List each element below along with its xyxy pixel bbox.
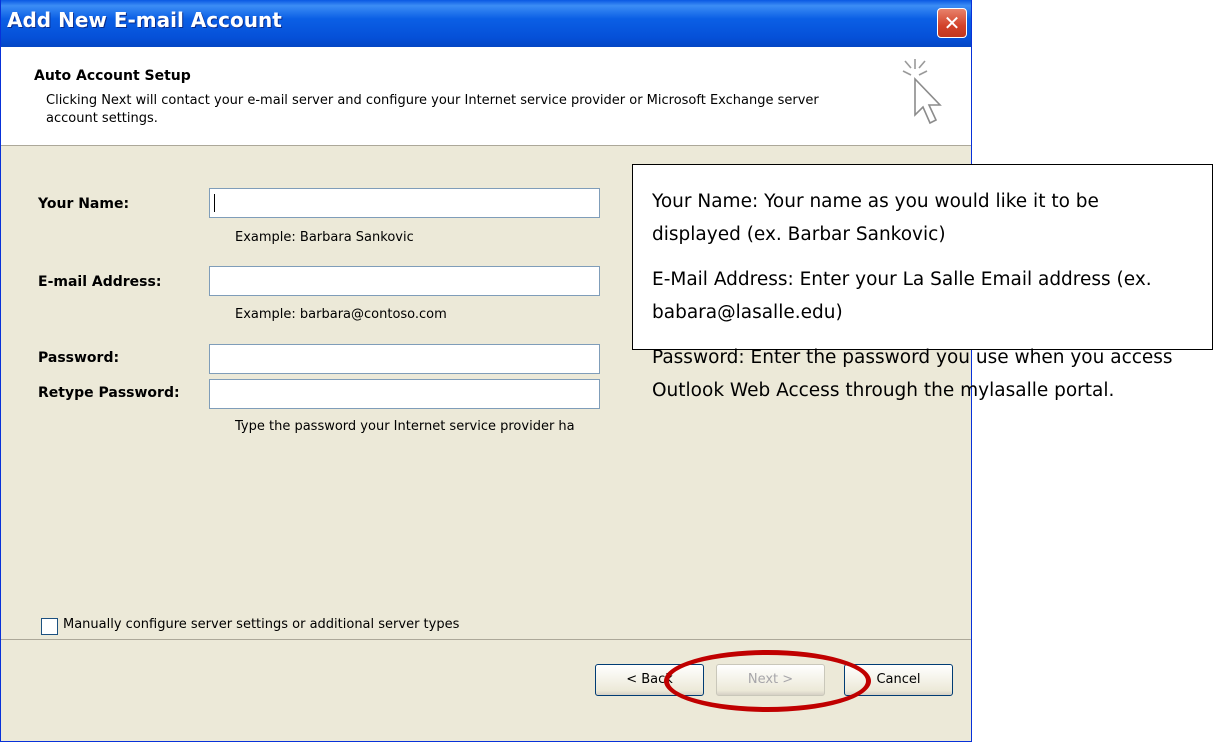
password-label: Password: xyxy=(38,350,120,366)
email-address-hint: Example: barbara@contoso.com xyxy=(235,307,447,322)
header-description: Clicking Next will contact your e-mail s… xyxy=(46,93,819,126)
header-title: Auto Account Setup xyxy=(34,68,191,84)
password-hint: Type the password your Internet service … xyxy=(235,419,575,434)
callout-password-note: Password: Enter the password you use whe… xyxy=(652,347,1173,401)
instruction-callout: Your Name: Your name as you would like i… xyxy=(632,164,1213,401)
header-description-wrap: Clicking Next will contact your e-mail s… xyxy=(26,92,846,128)
your-name-label: Your Name: xyxy=(38,196,130,212)
retype-password-field[interactable] xyxy=(209,379,600,409)
cancel-button[interactable]: Cancel xyxy=(844,664,953,696)
password-field[interactable] xyxy=(209,344,600,374)
your-name-field[interactable] xyxy=(209,188,600,218)
footer-divider xyxy=(1,639,971,640)
retype-password-label: Retype Password: xyxy=(38,385,180,401)
your-name-hint: Example: Barbara Sankovic xyxy=(235,230,414,245)
close-button[interactable]: ✕ xyxy=(937,8,967,38)
window-title: Add New E-mail Account xyxy=(7,8,282,32)
title-bar[interactable]: Add New E-mail Account ✕ xyxy=(1,0,971,47)
manual-config-label[interactable]: Manually configure server settings or ad… xyxy=(63,617,459,632)
back-button[interactable]: < Back xyxy=(595,664,704,696)
cursor-wizard-icon xyxy=(902,59,942,125)
email-address-field[interactable] xyxy=(209,266,600,296)
callout-name-note: Your Name: Your name as you would like i… xyxy=(652,191,1099,245)
email-address-label: E-mail Address: xyxy=(38,274,162,290)
manual-config-checkbox[interactable] xyxy=(41,618,58,635)
close-icon: ✕ xyxy=(943,11,961,35)
next-button[interactable]: Next > xyxy=(716,664,825,696)
callout-email-note: E-Mail Address: Enter your La Salle Emai… xyxy=(652,269,1152,323)
dialog-header: Auto Account Setup Clicking Next will co… xyxy=(1,47,971,146)
text-caret xyxy=(214,194,215,212)
